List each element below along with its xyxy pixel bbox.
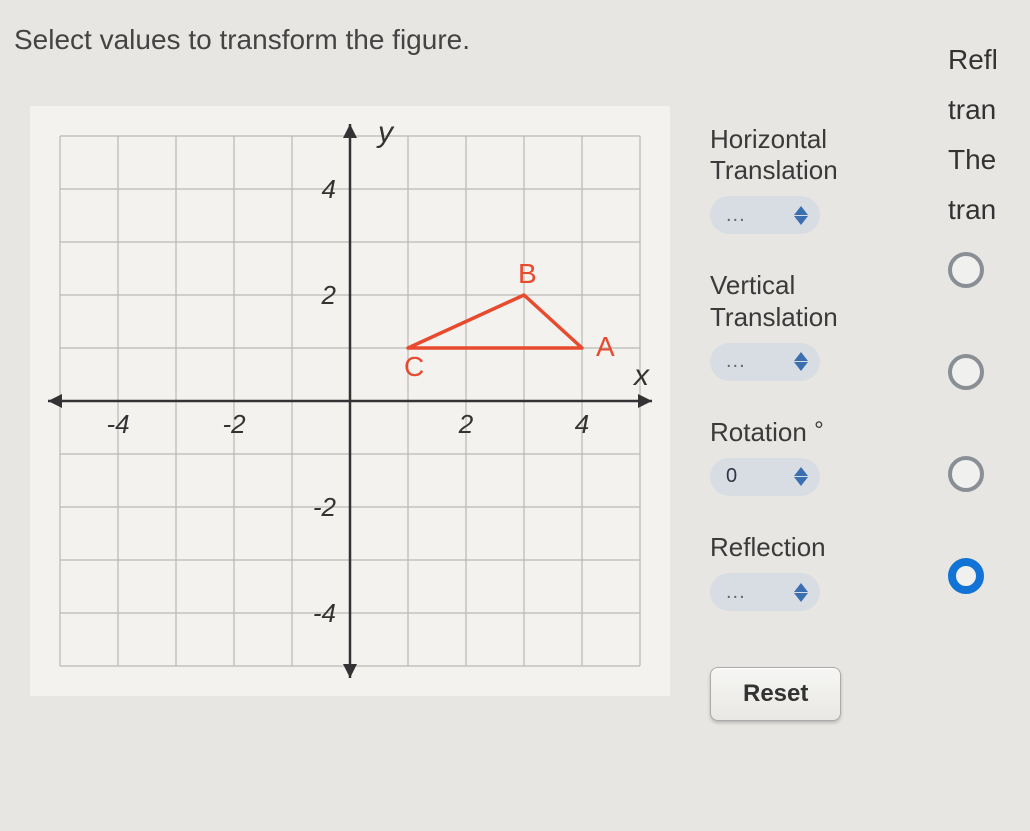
rotation-label: Rotation ° bbox=[710, 417, 910, 448]
horizontal-translation-value: ... bbox=[726, 204, 766, 227]
partial-text-3: The bbox=[948, 144, 1020, 176]
rotation-stepper[interactable]: 0 bbox=[710, 458, 820, 496]
horizontal-translation-group: Horizontal Translation ... bbox=[710, 124, 910, 234]
stepper-arrows-icon[interactable] bbox=[794, 467, 808, 486]
instruction-text: Select values to transform the figure. bbox=[14, 24, 690, 56]
svg-text:-4: -4 bbox=[106, 409, 129, 439]
reflection-stepper[interactable]: ... bbox=[710, 573, 820, 611]
rotation-label-text: Rotation bbox=[710, 417, 807, 447]
svg-text:B: B bbox=[518, 258, 537, 289]
partial-text-1: Refl bbox=[948, 44, 1020, 76]
vertical-translation-value: ... bbox=[726, 350, 766, 373]
svg-text:4: 4 bbox=[575, 409, 589, 439]
rotation-group: Rotation ° 0 bbox=[710, 417, 910, 496]
horizontal-translation-stepper[interactable]: ... bbox=[710, 196, 820, 234]
svg-text:C: C bbox=[404, 351, 424, 382]
svg-text:-2: -2 bbox=[313, 492, 337, 522]
radio-option-3[interactable] bbox=[948, 456, 984, 492]
stepper-arrows-icon[interactable] bbox=[794, 583, 808, 602]
svg-text:2: 2 bbox=[458, 409, 474, 439]
reflection-group: Reflection ... bbox=[710, 532, 910, 611]
stepper-arrows-icon[interactable] bbox=[794, 206, 808, 225]
rotation-value: 0 bbox=[726, 465, 766, 488]
svg-text:-2: -2 bbox=[222, 409, 246, 439]
answer-radios bbox=[948, 252, 1020, 612]
svg-text:4: 4 bbox=[322, 174, 336, 204]
degree-symbol: ° bbox=[814, 417, 824, 444]
svg-text:x: x bbox=[632, 359, 650, 392]
horizontal-translation-label: Horizontal Translation bbox=[710, 124, 910, 186]
vertical-translation-label: Vertical Translation bbox=[710, 270, 910, 332]
partial-text-2: tran bbox=[948, 94, 1020, 126]
reflection-label: Reflection bbox=[710, 532, 910, 563]
svg-text:-4: -4 bbox=[313, 598, 336, 628]
svg-text:2: 2 bbox=[321, 280, 337, 310]
svg-text:y: y bbox=[376, 116, 395, 149]
radio-option-1[interactable] bbox=[948, 252, 984, 288]
controls-panel: Horizontal Translation ... Vertical Tran… bbox=[710, 24, 910, 831]
reflection-value: ... bbox=[726, 581, 766, 604]
svg-text:A: A bbox=[596, 331, 615, 362]
coordinate-graph: -4 -2 2 4 -4 -2 2 4 y xA B C bbox=[30, 106, 670, 696]
vertical-translation-stepper[interactable]: ... bbox=[710, 343, 820, 381]
vertical-translation-group: Vertical Translation ... bbox=[710, 270, 910, 380]
right-partial-panel: Refl tran The tran bbox=[930, 24, 1020, 831]
radio-option-4[interactable] bbox=[948, 558, 984, 594]
stepper-arrows-icon[interactable] bbox=[794, 352, 808, 371]
reset-button[interactable]: Reset bbox=[710, 667, 841, 721]
graph-svg: -4 -2 2 4 -4 -2 2 4 y xA B C bbox=[30, 106, 670, 696]
partial-text-4: tran bbox=[948, 194, 1020, 226]
radio-option-2[interactable] bbox=[948, 354, 984, 390]
